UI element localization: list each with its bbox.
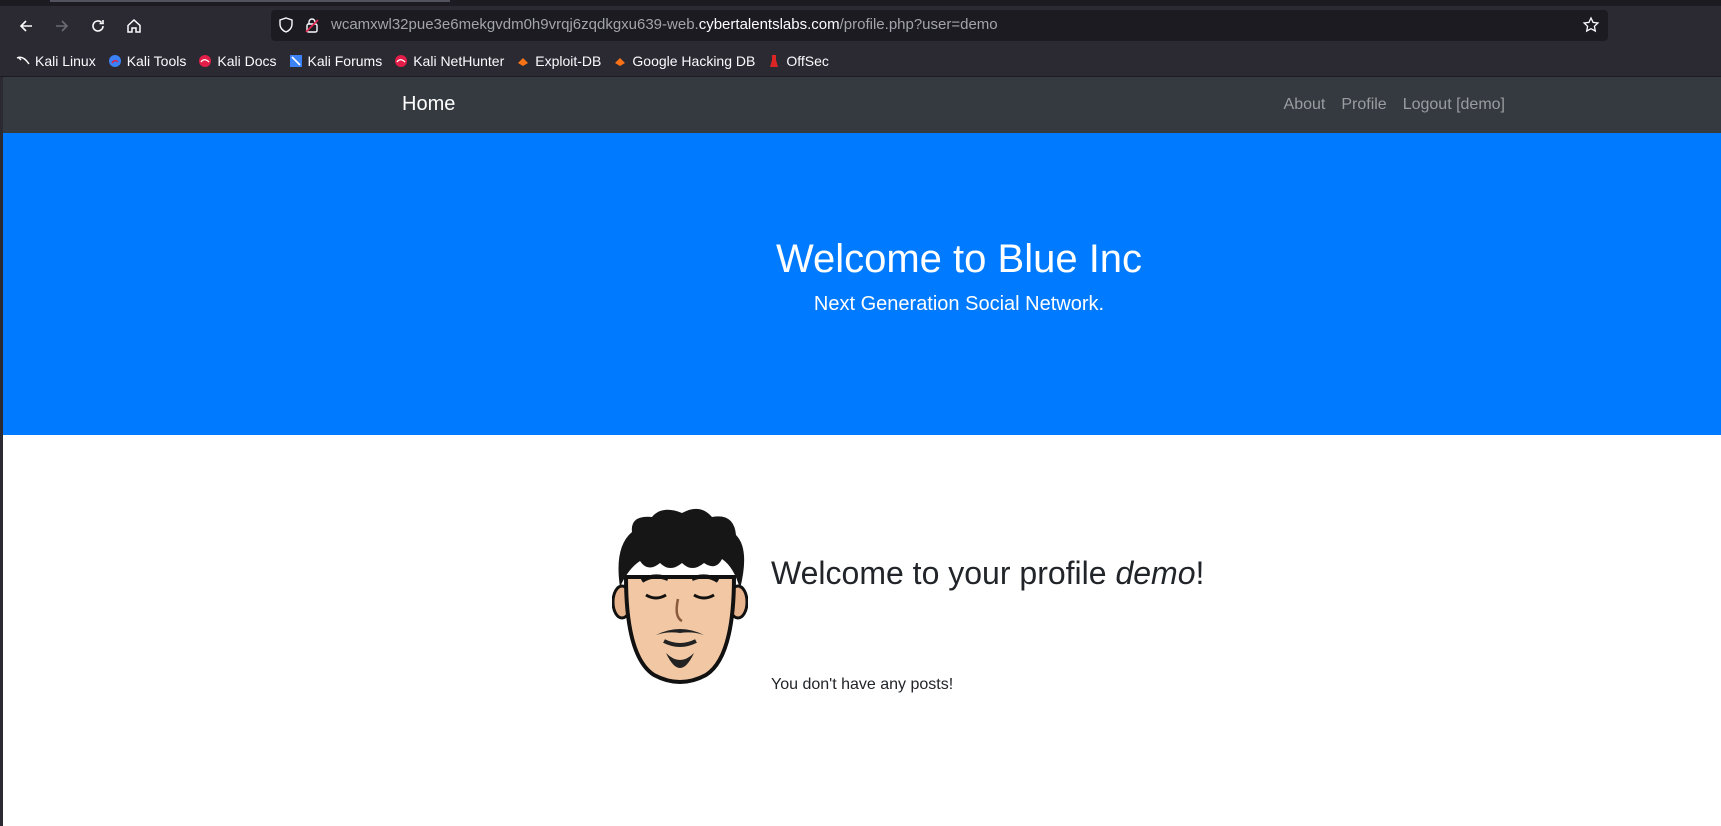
forward-button[interactable] — [48, 12, 76, 40]
address-bar[interactable]: wcamxwl32pue3e6mekgvdm0h9vrqj6zqdkgxu639… — [271, 10, 1608, 41]
logout-link[interactable]: Logout [demo] — [1403, 96, 1505, 114]
bookmark-label: Google Hacking DB — [632, 52, 756, 69]
reload-icon — [92, 20, 104, 32]
kali-docs-icon — [198, 54, 212, 68]
home-button[interactable] — [120, 12, 148, 40]
bookmark-label: OffSec — [786, 52, 829, 69]
bookmark-label: Kali Tools — [126, 52, 187, 69]
arrow-left-icon — [19, 20, 32, 32]
hero-title: Welcome to Blue Inc — [775, 237, 1143, 281]
bookmark-kali-tools[interactable]: Kali Tools — [108, 52, 187, 69]
offsec-icon — [767, 54, 781, 68]
shield-icon[interactable] — [277, 16, 295, 34]
exploit-db-icon — [516, 54, 530, 68]
home-icon — [127, 18, 141, 33]
browser-toolbar: wcamxwl32pue3e6mekgvdm0h9vrqj6zqdkgxu639… — [0, 6, 1721, 45]
bookmark-exploit-db[interactable]: Exploit-DB — [516, 53, 601, 69]
about-link[interactable]: About — [1284, 96, 1326, 114]
back-button[interactable] — [12, 12, 40, 40]
bookmarks-toolbar: Kali Linux Kali Tools Kali Docs Kali For… — [0, 45, 1721, 77]
insecure-lock-icon[interactable] — [303, 16, 321, 34]
bookmark-google-hacking-db[interactable]: Google Hacking DB — [613, 53, 755, 69]
welcome-prefix: Welcome to your profile — [771, 555, 1116, 591]
profile-link[interactable]: Profile — [1341, 96, 1386, 114]
bookmark-kali-docs[interactable]: Kali Docs — [198, 52, 277, 69]
bookmark-star-icon[interactable] — [1582, 16, 1600, 34]
url-path: /profile.php?user=demo — [839, 16, 998, 33]
profile-welcome-heading: Welcome to your profile demo! — [771, 555, 1204, 592]
avatar — [612, 508, 748, 684]
arrow-right-icon — [56, 20, 69, 32]
no-posts-message: You don't have any posts! — [771, 676, 954, 693]
bookmark-kali-nethunter[interactable]: Kali NetHunter — [394, 53, 504, 69]
bookmark-label: Kali Forums — [307, 52, 383, 69]
site-navbar: Home About Profile Logout [demo] — [3, 77, 1721, 133]
kali-dragon-icon — [16, 54, 30, 68]
bookmark-label: Kali NetHunter — [413, 52, 505, 69]
bookmark-label: Kali Linux — [35, 52, 96, 69]
active-tab-indicator — [50, 0, 450, 2]
bookmark-label: Kali Docs — [217, 52, 277, 69]
bookmark-offsec[interactable]: OffSec — [767, 53, 829, 69]
kali-forums-icon — [289, 54, 303, 68]
bookmark-kali-linux[interactable]: Kali Linux — [16, 53, 96, 69]
home-link[interactable]: Home — [402, 93, 455, 116]
url-host: cybertalentslabs.com — [698, 16, 840, 33]
bookmark-kali-forums[interactable]: Kali Forums — [289, 52, 383, 69]
hero-subtitle: Next Generation Social Network. — [813, 293, 1105, 315]
bookmark-label: Exploit-DB — [535, 52, 602, 69]
welcome-suffix: ! — [1195, 555, 1205, 591]
kali-nethunter-icon — [394, 54, 408, 68]
url-text[interactable]: wcamxwl32pue3e6mekgvdm0h9vrqj6zqdkgxu639… — [331, 16, 998, 33]
reload-button[interactable] — [84, 12, 112, 40]
web-page: Home About Profile Logout [demo] Welcome… — [0, 77, 1721, 826]
url-prefix: wcamxwl32pue3e6mekgvdm0h9vrqj6zqdkgxu639… — [331, 16, 699, 33]
nav-links: About Profile Logout [demo] — [1284, 96, 1505, 114]
profile-username: demo — [1115, 555, 1196, 591]
hero-banner: Welcome to Blue Inc Next Generation Soci… — [3, 133, 1721, 435]
ghdb-icon — [613, 54, 627, 68]
kali-tools-icon — [108, 54, 122, 68]
